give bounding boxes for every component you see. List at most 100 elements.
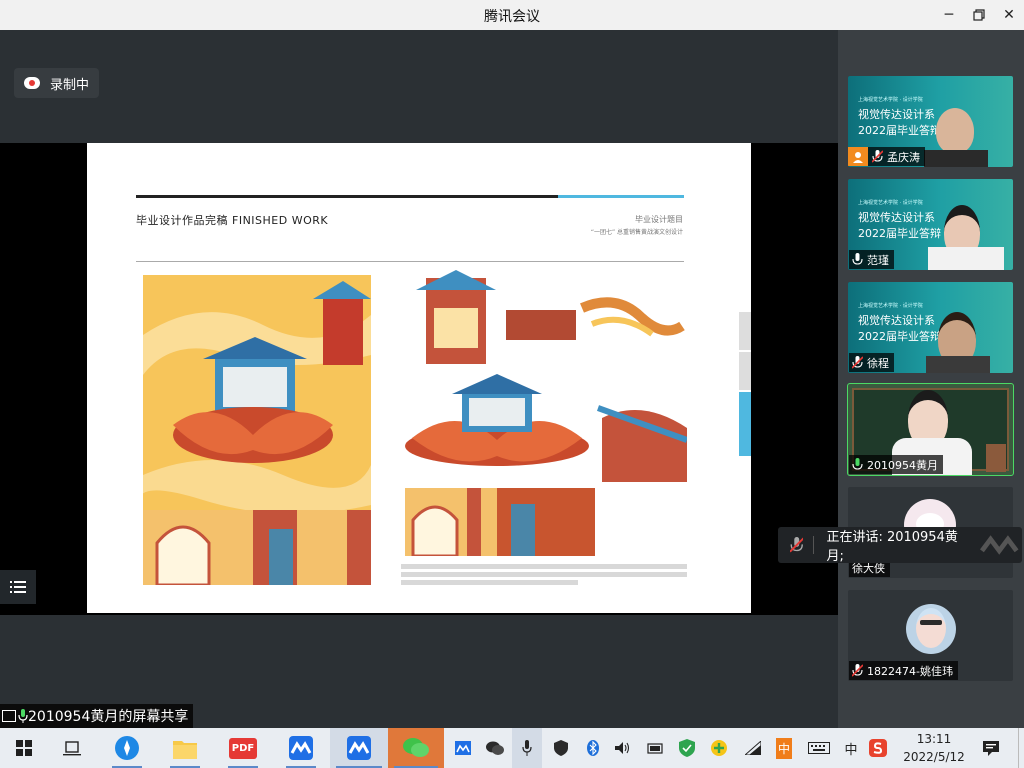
taskbar-app[interactable]: PDF xyxy=(222,728,264,768)
windows-taskbar: PDF 中 中 13:11 2022/5/12 xyxy=(0,728,1024,768)
participant-name: 2010954黄月 xyxy=(867,458,938,472)
slide-top-rule xyxy=(136,195,558,198)
window-title: 腾讯会议 xyxy=(484,9,540,25)
tray-item[interactable] xyxy=(806,728,832,768)
file-explorer-icon xyxy=(173,741,197,759)
avatar xyxy=(906,604,956,654)
restore-icon xyxy=(973,9,985,21)
screen-share-label: 2010954黄月的屏幕共享 xyxy=(0,704,194,728)
meeting-main-area: 录制中 毕业设计作品完稿 FINISHED WORK 毕业设计题目 “一团七” … xyxy=(0,30,838,728)
tray-item[interactable] xyxy=(708,728,730,768)
participant-name: 范瑾 xyxy=(867,253,889,267)
recording-indicator[interactable]: 录制中 xyxy=(14,68,100,98)
participant-tile[interactable]: 上海视觉艺术学院 · 设计学院 视觉传达设计系 2022届毕业答辩 孟庆涛 xyxy=(848,76,1013,167)
mic-muted-icon xyxy=(872,150,883,163)
tray-item[interactable] xyxy=(742,728,764,768)
feed-caption-line2: 视觉传达设计系 xyxy=(858,108,935,121)
participant-name-tag: 孟庆涛 xyxy=(848,147,925,166)
wifi-icon xyxy=(745,741,761,755)
task-view-icon xyxy=(63,741,81,756)
restore-button[interactable] xyxy=(962,0,996,30)
slide-caption-text xyxy=(401,564,687,585)
start-button[interactable] xyxy=(6,728,42,768)
participant-tile[interactable]: 1822474-姚佳玮 xyxy=(848,590,1013,681)
speaking-text: 正在讲话: 2010954黄月; xyxy=(826,530,958,564)
tray-item[interactable] xyxy=(452,728,474,768)
antivirus-shield-icon xyxy=(679,739,695,757)
participants-menu-button[interactable] xyxy=(0,570,36,604)
mic-muted-icon xyxy=(852,664,863,677)
ime-icon: 中 xyxy=(775,737,792,759)
participant-name-tag: 2010954黄月 xyxy=(849,455,943,474)
taskbar-app[interactable] xyxy=(164,728,206,768)
tray-item[interactable] xyxy=(644,728,666,768)
close-button[interactable]: ✕ xyxy=(992,0,1024,30)
taskbar-app-flashing[interactable] xyxy=(388,728,444,768)
tencent-meeting-watermark-icon xyxy=(979,535,1019,555)
bookshelf xyxy=(986,444,1006,472)
keyboard-icon xyxy=(808,742,830,754)
tray-item[interactable] xyxy=(676,728,698,768)
slide-side-tab xyxy=(739,352,751,390)
illustration-doorway xyxy=(405,488,595,556)
illustration-main xyxy=(143,275,371,585)
close-icon: ✕ xyxy=(1003,7,1015,23)
taskbar-clock[interactable]: 13:11 2022/5/12 xyxy=(893,730,975,766)
clock-time: 13:11 xyxy=(916,732,952,746)
participant-tile-active[interactable]: 2010954黄月 xyxy=(847,383,1014,476)
participant-name-tag: 徐程 xyxy=(849,353,894,372)
participant-name: 徐程 xyxy=(867,356,889,370)
minimize-icon: ─ xyxy=(944,7,954,23)
tencent-meeting-icon xyxy=(289,736,313,760)
feed-caption-line1: 上海视觉艺术学院 · 设计学院 xyxy=(858,200,923,206)
feed-caption-line3: 2022届毕业答辩 xyxy=(858,124,941,137)
notification-center-button[interactable] xyxy=(980,728,1002,768)
slide-side-tab xyxy=(739,312,751,350)
avatar-glasses xyxy=(920,620,942,625)
tooltip-divider xyxy=(813,536,815,554)
participant-tile[interactable]: 上海视觉艺术学院 · 设计学院 视觉传达设计系 2022届毕业答辩 范瑾 xyxy=(848,179,1013,270)
input-language-button[interactable]: 中 xyxy=(840,728,862,768)
slide-divider xyxy=(136,261,684,262)
mic-active-icon xyxy=(852,458,863,470)
participant-body xyxy=(924,150,988,167)
cloud-record-icon xyxy=(24,77,40,89)
slide-topic-subtitle: “一团七” 总重销售黄战演文创设计 xyxy=(590,229,683,236)
slide-side-tabs xyxy=(739,312,751,458)
clock-date: 2022/5/12 xyxy=(903,750,965,764)
mic-icon xyxy=(18,709,28,723)
tray-item[interactable] xyxy=(550,728,572,768)
tray-item[interactable] xyxy=(512,728,542,768)
screen-share-text: 2010954黄月的屏幕共享 xyxy=(28,709,189,725)
plus-badge-icon xyxy=(711,740,727,756)
shared-screen: 毕业设计作品完稿 FINISHED WORK 毕业设计题目 “一团七” 总重销售… xyxy=(0,143,838,615)
taskbar-app[interactable] xyxy=(106,728,148,768)
tray-item[interactable] xyxy=(582,728,604,768)
taskbar-app-active[interactable] xyxy=(330,728,388,768)
compass-app-icon xyxy=(115,736,139,760)
participant-name-tag: 1822474-姚佳玮 xyxy=(849,661,958,680)
mic-muted-icon xyxy=(852,356,863,369)
show-desktop-button[interactable] xyxy=(1018,728,1024,768)
slide-topic-title: 毕业设计题目 xyxy=(635,215,683,224)
tray-item[interactable]: 中 xyxy=(772,728,796,768)
speaking-indicator: 正在讲话: 2010954黄月; xyxy=(778,527,1022,564)
windows-start-icon xyxy=(16,740,32,756)
bluetooth-icon xyxy=(587,740,599,756)
mic-icon xyxy=(852,253,863,265)
illustration-details xyxy=(402,268,689,484)
battery-icon xyxy=(647,743,663,754)
pdf-app-icon: PDF xyxy=(228,737,258,759)
slide-side-tab-active xyxy=(739,392,751,456)
screen-share-icon xyxy=(2,710,16,722)
participant-tile[interactable]: 上海视觉艺术学院 · 设计学院 视觉传达设计系 2022届毕业答辩 徐程 xyxy=(848,282,1013,373)
host-badge-icon xyxy=(848,147,868,166)
recording-label: 录制中 xyxy=(50,77,90,93)
minimize-button[interactable]: ─ xyxy=(932,0,966,30)
tray-item[interactable] xyxy=(612,728,634,768)
participant-body xyxy=(926,356,990,373)
tray-item[interactable] xyxy=(866,728,890,768)
task-view-button[interactable] xyxy=(54,728,90,768)
tray-item[interactable] xyxy=(484,728,506,768)
taskbar-app[interactable] xyxy=(280,728,322,768)
